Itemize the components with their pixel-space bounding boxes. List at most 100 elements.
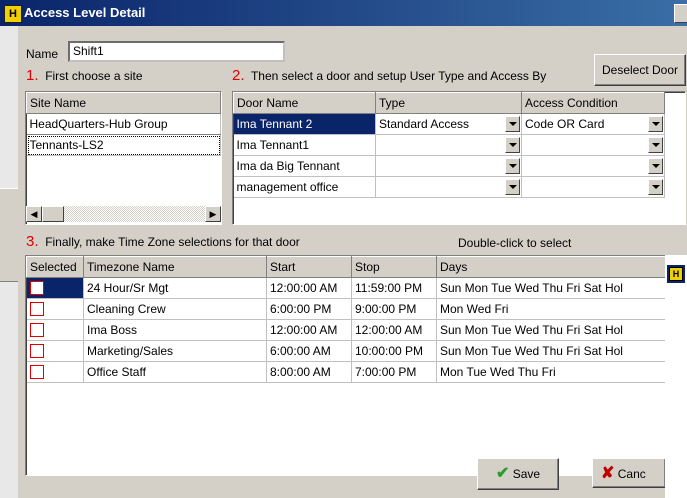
start-cell: 8:00:00 AM — [266, 361, 352, 383]
door-name-cell[interactable]: Ima Tennant1 — [233, 134, 376, 156]
start-header[interactable]: Start — [266, 256, 352, 278]
days-cell: Sun Mon Tue Wed Thu Fri Sat Hol — [436, 340, 667, 362]
stop-header[interactable]: Stop — [351, 256, 437, 278]
type-dropdown[interactable]: Standard Access — [375, 113, 522, 135]
access-condition-dropdown[interactable] — [521, 176, 665, 198]
checkmark-icon: ✔ — [495, 465, 510, 482]
chevron-down-icon[interactable] — [505, 137, 520, 153]
timezone-checkbox[interactable] — [29, 281, 44, 296]
timezone-checkbox[interactable] — [29, 344, 44, 359]
scroll-thumb[interactable] — [42, 206, 64, 222]
timezone-checkbox[interactable] — [29, 365, 44, 380]
app-shield-icon: H — [4, 5, 22, 23]
type-header[interactable]: Type — [375, 92, 522, 114]
chevron-down-icon[interactable] — [648, 116, 663, 132]
step1-text: First choose a site — [45, 69, 143, 83]
selected-cell[interactable] — [26, 277, 84, 299]
save-label: Save — [512, 467, 541, 481]
timezone-name-cell: Marketing/Sales — [83, 340, 267, 362]
chevron-down-icon[interactable] — [505, 179, 520, 195]
timezone-name-cell: Office Staff — [83, 361, 267, 383]
door-row[interactable]: management office — [233, 176, 665, 198]
timezone-checkbox[interactable] — [29, 323, 44, 338]
stop-cell: 12:00:00 AM — [351, 319, 437, 341]
timezone-row[interactable]: Marketing/Sales 6:00:00 AM 10:00:00 PM S… — [26, 340, 667, 362]
close-x-icon: ✘ — [601, 465, 615, 482]
days-cell: Mon Wed Fri — [436, 298, 667, 320]
door-row[interactable]: Ima da Big Tennant — [233, 155, 665, 177]
selected-cell[interactable] — [26, 361, 84, 383]
timezone-row[interactable]: Ima Boss 12:00:00 AM 12:00:00 AM Sun Mon… — [26, 319, 667, 341]
type-dropdown[interactable] — [375, 176, 522, 198]
scroll-right-icon[interactable]: ▶ — [205, 206, 221, 222]
timezone-name-header[interactable]: Timezone Name — [83, 256, 267, 278]
start-cell: 6:00:00 PM — [266, 298, 352, 320]
name-label: Name — [26, 47, 59, 61]
window-close-button[interactable] — [674, 4, 687, 23]
days-cell: Sun Mon Tue Wed Thu Fri Sat Hol — [436, 277, 667, 299]
site-item[interactable]: Tennants-LS2 — [26, 134, 221, 156]
step1-label: 1. First choose a site — [26, 67, 143, 84]
timezone-checkbox[interactable] — [29, 302, 44, 317]
type-dropdown[interactable] — [375, 155, 522, 177]
days-header[interactable]: Days — [436, 256, 667, 278]
site-name-header[interactable]: Site Name — [26, 92, 221, 114]
access-condition-header[interactable]: Access Condition — [521, 92, 665, 114]
stop-cell: 10:00:00 PM — [351, 340, 437, 362]
start-cell: 12:00:00 AM — [266, 277, 352, 299]
double-click-hint: Double-click to select — [458, 236, 572, 250]
stop-cell: 9:00:00 PM — [351, 298, 437, 320]
dialog-body: Name Shift1 Deselect Door 1. First choos… — [18, 26, 687, 498]
chevron-down-icon[interactable] — [648, 158, 663, 174]
chevron-down-icon[interactable] — [648, 137, 663, 153]
door-name-cell[interactable]: management office — [233, 176, 376, 198]
timezone-row[interactable]: Office Staff 8:00:00 AM 7:00:00 PM Mon T… — [26, 361, 667, 383]
chevron-down-icon[interactable] — [648, 179, 663, 195]
background-window-edge — [0, 26, 18, 498]
step3-text: Finally, make Time Zone selections for t… — [45, 235, 300, 249]
door-row[interactable]: Ima Tennant 2 Standard Access Code OR Ca… — [233, 113, 665, 135]
save-button[interactable]: ✔ Save — [477, 458, 559, 490]
start-cell: 6:00:00 AM — [266, 340, 352, 362]
door-row[interactable]: Ima Tennant1 — [233, 134, 665, 156]
type-dropdown[interactable] — [375, 134, 522, 156]
step1-number: 1. — [26, 67, 39, 84]
stop-cell: 7:00:00 PM — [351, 361, 437, 383]
selected-cell[interactable] — [26, 298, 84, 320]
door-name-cell[interactable]: Ima Tennant 2 — [233, 113, 376, 135]
timezone-row[interactable]: 24 Hour/Sr Mgt 12:00:00 AM 11:59:00 PM S… — [26, 277, 667, 299]
days-cell: Sun Mon Tue Wed Thu Fri Sat Hol — [436, 319, 667, 341]
step3-number: 3. — [26, 233, 39, 250]
days-cell: Mon Tue Wed Thu Fri — [436, 361, 667, 383]
step2-text: Then select a door and setup User Type a… — [250, 69, 547, 83]
app-shield-icon: H — [667, 265, 685, 283]
timezone-name-cell: Cleaning Crew — [83, 298, 267, 320]
timezone-name-cell: 24 Hour/Sr Mgt — [83, 277, 267, 299]
site-list: Site Name HeadQuarters-Hub Group Tennant… — [25, 91, 222, 225]
step2-label: 2. Then select a door and setup User Typ… — [232, 67, 546, 84]
selected-cell[interactable] — [26, 340, 84, 362]
chevron-down-icon[interactable] — [505, 158, 520, 174]
overlapping-window: H — [665, 255, 687, 498]
deselect-door-button[interactable]: Deselect Door — [594, 54, 686, 86]
access-condition-dropdown[interactable] — [521, 155, 665, 177]
window-title: Access Level Detail — [24, 5, 146, 20]
cancel-button[interactable]: ✘ Canc — [592, 458, 666, 488]
name-input[interactable]: Shift1 — [68, 41, 285, 62]
access-condition-dropdown[interactable]: Code OR Card — [521, 113, 665, 135]
access-condition-dropdown[interactable] — [521, 134, 665, 156]
door-name-cell[interactable]: Ima da Big Tennant — [233, 155, 376, 177]
start-cell: 12:00:00 AM — [266, 319, 352, 341]
site-list-hscrollbar[interactable]: ◀ ▶ — [26, 206, 221, 222]
access-condition-value: Code OR Card — [525, 117, 605, 131]
step3-label: 3. Finally, make Time Zone selections fo… — [26, 233, 300, 250]
chevron-down-icon[interactable] — [505, 116, 520, 132]
stop-cell: 11:59:00 PM — [351, 277, 437, 299]
selected-cell[interactable] — [26, 319, 84, 341]
scroll-left-icon[interactable]: ◀ — [26, 206, 42, 222]
site-item[interactable]: HeadQuarters-Hub Group — [26, 113, 221, 135]
door-grid: Door Name Type Access Condition Ima Tenn… — [232, 91, 686, 225]
door-name-header[interactable]: Door Name — [233, 92, 376, 114]
selected-header[interactable]: Selected — [26, 256, 84, 278]
timezone-row[interactable]: Cleaning Crew 6:00:00 PM 9:00:00 PM Mon … — [26, 298, 667, 320]
